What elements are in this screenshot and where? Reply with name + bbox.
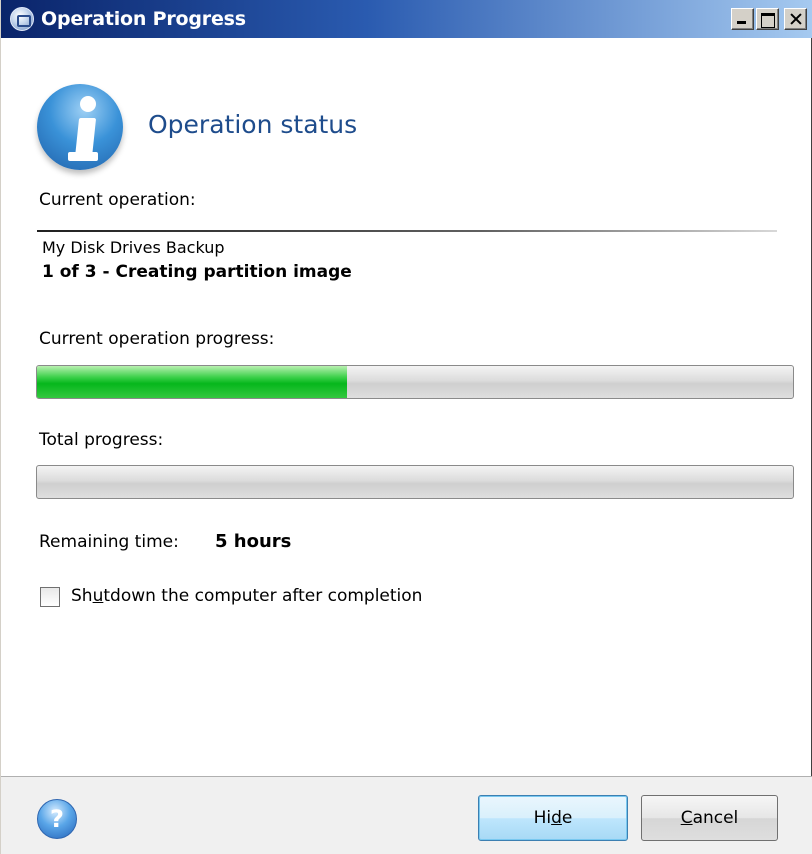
page-title: Operation status	[148, 110, 358, 139]
remaining-time-label: Remaining time:	[39, 532, 179, 552]
operation-separator	[37, 230, 777, 232]
current-progress-fill	[37, 366, 347, 398]
operation-step: 1 of 3 - Creating partition image	[42, 262, 352, 282]
information-icon	[37, 84, 123, 170]
operation-progress-window: Operation Progress Operation status Curr…	[0, 0, 812, 854]
info-base	[68, 152, 98, 161]
total-progress-bar	[36, 465, 794, 499]
title-bar[interactable]: Operation Progress	[1, 0, 812, 38]
current-operation-label: Current operation:	[39, 190, 196, 210]
cancel-label-accesskey: C	[680, 808, 693, 828]
total-progress-label: Total progress:	[39, 430, 164, 450]
current-progress-bar	[36, 365, 794, 399]
shutdown-label-rest: tdown the computer after completion	[103, 586, 423, 606]
hide-label-part: Hi	[533, 808, 552, 828]
minimize-button[interactable]	[731, 8, 754, 30]
help-icon[interactable]: ?	[37, 799, 77, 839]
hide-label-rest: e	[561, 808, 573, 828]
hide-label-accesskey: d	[551, 808, 562, 828]
current-progress-label: Current operation progress:	[39, 329, 275, 349]
shutdown-label-part: Sh	[71, 586, 93, 606]
close-button[interactable]	[784, 8, 807, 30]
maximize-button[interactable]	[756, 8, 779, 30]
operation-name: My Disk Drives Backup	[42, 238, 225, 257]
shutdown-label[interactable]: Shutdown the computer after completion	[71, 586, 422, 606]
cancel-label-rest: ancel	[692, 808, 739, 828]
hide-button[interactable]: Hide	[478, 795, 628, 841]
shutdown-label-accesskey: u	[92, 586, 104, 606]
shutdown-checkbox[interactable]	[40, 587, 60, 607]
window-title: Operation Progress	[41, 8, 246, 30]
app-icon	[10, 7, 34, 31]
cancel-button[interactable]: Cancel	[641, 795, 778, 841]
info-dot	[80, 96, 96, 112]
remaining-time-value: 5 hours	[215, 531, 292, 552]
